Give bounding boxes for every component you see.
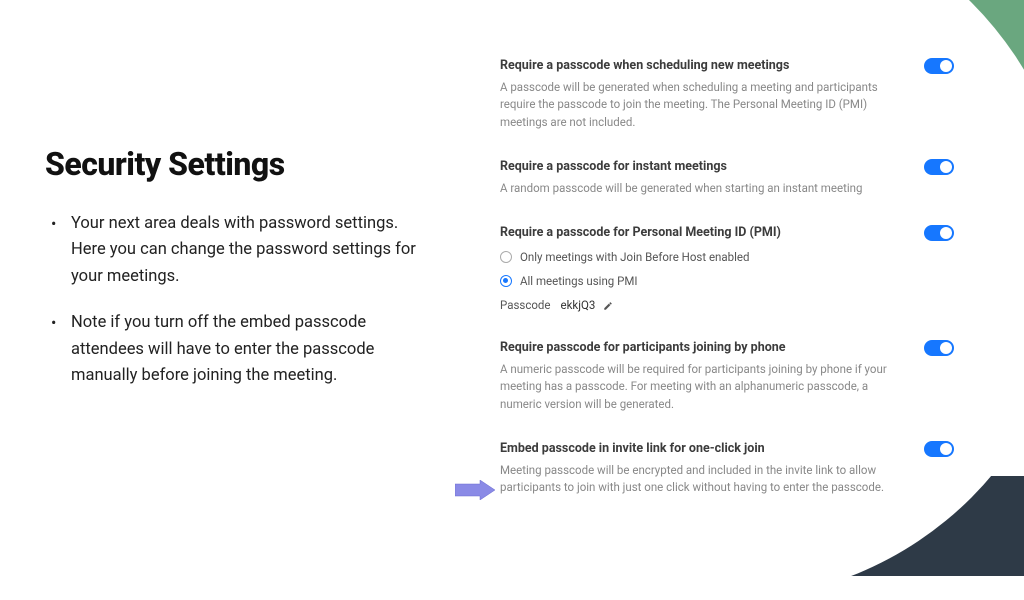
setting-passcode-new-meetings: Require a passcode when scheduling new m… xyxy=(500,58,954,131)
setting-passcode-pmi: Require a passcode for Personal Meeting … xyxy=(500,225,954,312)
passcode-label: Passcode xyxy=(500,298,550,312)
setting-title: Require a passcode when scheduling new m… xyxy=(500,58,954,73)
setting-title: Require a passcode for instant meetings xyxy=(500,159,954,174)
toggle-passcode-new-meetings[interactable] xyxy=(924,58,954,74)
setting-desc: A random passcode will be generated when… xyxy=(500,180,954,197)
page-title: Security Settings xyxy=(45,145,430,183)
toggle-passcode-pmi[interactable] xyxy=(924,225,954,241)
edit-icon[interactable] xyxy=(603,300,613,310)
setting-embed-passcode: Embed passcode in invite link for one-cl… xyxy=(500,441,954,497)
radio-icon xyxy=(500,275,512,287)
setting-desc: A passcode will be generated when schedu… xyxy=(500,79,954,131)
setting-desc: A numeric passcode will be required for … xyxy=(500,361,954,413)
slide-text-column: Security Settings Your next area deals w… xyxy=(0,0,470,576)
pmi-passcode-row: Passcode ekkjQ3 xyxy=(500,298,954,312)
radio-label: All meetings using PMI xyxy=(520,274,638,288)
toggle-embed-passcode[interactable] xyxy=(924,441,954,457)
setting-passcode-phone: Require passcode for participants joinin… xyxy=(500,340,954,413)
bullet-item: Your next area deals with password setti… xyxy=(45,211,430,290)
radio-label: Only meetings with Join Before Host enab… xyxy=(520,250,750,264)
radio-all-pmi[interactable]: All meetings using PMI xyxy=(500,274,954,288)
radio-join-before-host[interactable]: Only meetings with Join Before Host enab… xyxy=(500,250,954,264)
setting-title: Embed passcode in invite link for one-cl… xyxy=(500,441,954,456)
setting-title: Require a passcode for Personal Meeting … xyxy=(500,225,954,240)
callout-arrow-icon xyxy=(455,480,495,500)
passcode-value: ekkjQ3 xyxy=(560,298,595,312)
radio-icon xyxy=(500,251,512,263)
bullet-list: Your next area deals with password setti… xyxy=(45,211,430,389)
setting-desc: Meeting passcode will be encrypted and i… xyxy=(500,462,954,497)
bullet-item: Note if you turn off the embed passcode … xyxy=(45,310,430,389)
toggle-passcode-phone[interactable] xyxy=(924,340,954,356)
setting-title: Require passcode for participants joinin… xyxy=(500,340,954,355)
toggle-passcode-instant[interactable] xyxy=(924,159,954,175)
setting-passcode-instant: Require a passcode for instant meetings … xyxy=(500,159,954,197)
pmi-radio-group: Only meetings with Join Before Host enab… xyxy=(500,250,954,312)
settings-panel: Require a passcode when scheduling new m… xyxy=(470,0,1024,576)
